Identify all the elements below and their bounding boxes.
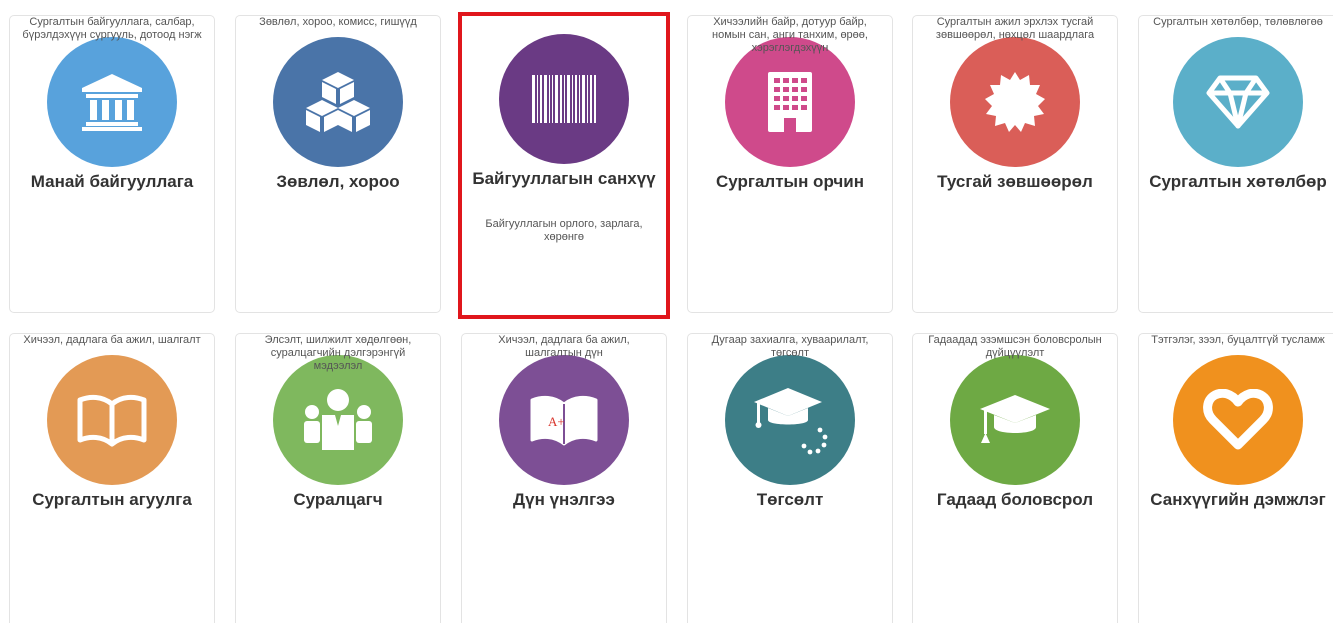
module-title: Сургалтын орчин: [716, 172, 864, 191]
module-card-graduation[interactable]: Төгсөлт Дугаар захиалга, хуваарилалт, тө…: [687, 333, 893, 623]
module-icon-circle: [950, 37, 1080, 167]
module-title: Байгууллагын санхүү: [472, 169, 656, 188]
module-description: Зөвлөл, хороо, комисс, гишүүд: [259, 16, 417, 28]
module-card-financial-support[interactable]: Санхүүгийн дэмжлэг Тэтгэлэг, зээл, буцал…: [1138, 333, 1333, 623]
module-icon-circle: [273, 355, 403, 485]
heart-icon: [1203, 389, 1273, 450]
module-title: Суралцагч: [293, 490, 383, 509]
module-title: Сургалтын хөтөлбөр: [1149, 172, 1327, 191]
module-description: Гадаадад эзэмшсэн боловсролын дүйцүүлэлт: [928, 334, 1102, 359]
graduation-cap-icon: [980, 395, 1050, 443]
certificate-icon: [985, 72, 1045, 132]
module-icon-circle: [1173, 37, 1303, 167]
module-title: Дүн үнэлгээ: [513, 490, 615, 509]
module-icon-circle: [950, 355, 1080, 485]
module-title: Зөвлөл, хороо: [276, 172, 400, 191]
module-title: Санхүүгийн дэмжлэг: [1150, 490, 1326, 509]
module-icon-circle: [47, 37, 177, 167]
module-icon-circle: [273, 37, 403, 167]
module-icon-circle: [47, 355, 177, 485]
graded-book-icon: A+: [530, 395, 598, 446]
open-book-icon: [77, 394, 147, 447]
module-card-our-organization[interactable]: Манай байгууллага Сургалтын байгууллага,…: [9, 15, 215, 313]
module-title: Манай байгууллага: [30, 172, 194, 191]
module-title: Төгсөлт: [756, 490, 824, 509]
module-description: Элсэлт, шилжилт хөдөлгөөн, суралцагчийн …: [264, 334, 412, 372]
module-icon-circle: [1173, 355, 1303, 485]
module-icon-circle: A+: [499, 355, 629, 485]
module-title: Гадаад боловсрол: [936, 490, 1094, 509]
module-card-learning-environment[interactable]: Сургалтын орчин Хичээлийн байр, дотуур б…: [687, 15, 893, 313]
diamond-icon: [1206, 75, 1270, 129]
module-description: Хичээл, дадлага ба ажил, шалгалтын дүн: [498, 334, 630, 359]
module-description: Дугаар захиалга, хуваарилалт, төгсөлт: [711, 334, 869, 359]
building-icon: [768, 72, 812, 132]
module-card-curriculum[interactable]: Сургалтын хөтөлбөр Сургалтын хөтөлбөр, т…: [1138, 15, 1333, 313]
module-icon-circle: [499, 34, 629, 164]
module-card-councils[interactable]: Зөвлөл, хороо Зөвлөл, хороо, комисс, гиш…: [235, 15, 441, 313]
module-card-finance[interactable]: Байгууллагын санхүү Байгууллагын орлого,…: [458, 12, 670, 319]
module-card-foreign-education[interactable]: Гадаад боловсрол Гадаадад эзэмшсэн болов…: [912, 333, 1118, 623]
svg-text:A+: A+: [548, 414, 565, 429]
cubes-icon: [306, 72, 370, 132]
module-card-grades[interactable]: A+ Дүн үнэлгээ Хичээл, дадлага ба ажил, …: [461, 333, 667, 623]
graduation-cap-loading-icon: [754, 388, 828, 455]
students-icon: [304, 389, 372, 450]
module-description: Хичээл, дадлага ба ажил, шалгалт: [23, 334, 201, 346]
module-description: Сургалтын ажил эрхлэх тусгай зөвшөөрөл, …: [935, 16, 1095, 41]
module-description: Хичээлийн байр, дотуур байр, номын сан, …: [712, 16, 868, 54]
module-title: Сургалтын агуулга: [32, 490, 192, 509]
module-card-content[interactable]: Сургалтын агуулга Хичээл, дадлага ба ажи…: [9, 333, 215, 623]
module-title: Тусгай зөвшөөрөл: [937, 172, 1093, 191]
module-description: Тэтгэлэг, зээл, буцалтгүй тусламж: [1151, 334, 1325, 346]
module-icon-circle: [725, 355, 855, 485]
module-card-students[interactable]: Суралцагч Элсэлт, шилжилт хөдөлгөөн, сур…: [235, 333, 441, 623]
institution-icon: [82, 74, 142, 131]
module-grid: Манай байгууллага Сургалтын байгууллага,…: [0, 0, 1333, 623]
barcode-icon: [532, 75, 596, 123]
module-description: Сургалтын хөтөлбөр, төлөвлөгөө: [1153, 16, 1323, 28]
module-description: Сургалтын байгууллага, салбар, бүрэлдэхү…: [22, 16, 202, 41]
module-icon-circle: [725, 37, 855, 167]
module-card-special-permit[interactable]: Тусгай зөвшөөрөл Сургалтын ажил эрхлэх т…: [912, 15, 1118, 313]
module-description: Байгууллагын орлого, зарлага, хөрөнгө: [485, 218, 643, 243]
